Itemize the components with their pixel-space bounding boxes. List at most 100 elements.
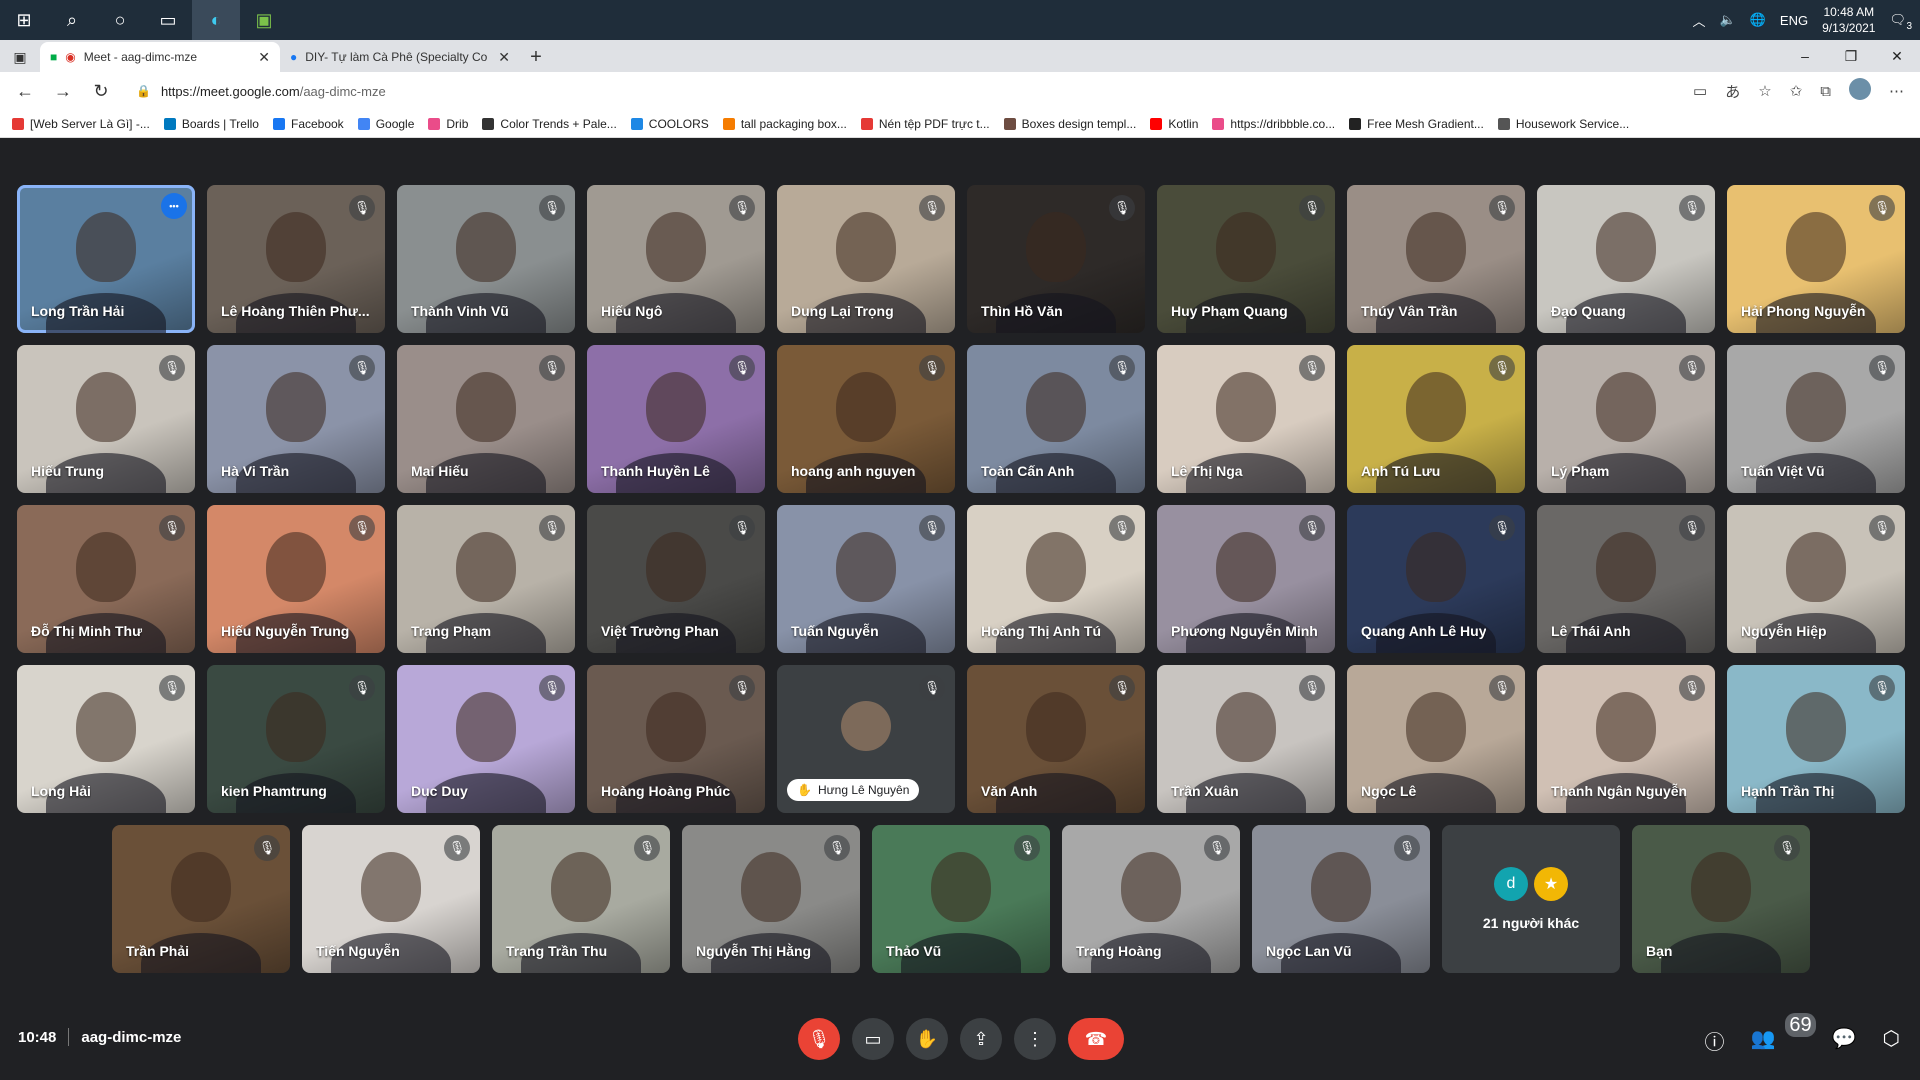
participant-tile[interactable]: 🎙 Hiếu Trung [17, 345, 195, 493]
bookmark-item[interactable]: COOLORS [630, 117, 709, 131]
search-icon[interactable]: ⌕ [48, 0, 96, 40]
participant-tile[interactable]: 🎙 Dung Lại Trọng [777, 185, 955, 333]
people-icon[interactable]: 👥69 [1750, 1013, 1816, 1055]
bookmark-item[interactable]: https://dribbble.co... [1212, 117, 1335, 131]
participant-tile[interactable]: ••• Long Trần Hải [17, 185, 195, 333]
bookmark-item[interactable]: Free Mesh Gradient... [1349, 117, 1484, 131]
participant-tile[interactable]: 🎙 Thảo Vũ [872, 825, 1050, 973]
network-icon[interactable]: 🌐 [1750, 12, 1766, 28]
participant-tile[interactable]: 🎙 Quang Anh Lê Huy [1347, 505, 1525, 653]
forward-icon[interactable]: → [48, 76, 78, 106]
leave-call-button[interactable]: ☎ [1068, 1018, 1124, 1060]
participant-tile[interactable]: 🎙 Ngọc Lê [1347, 665, 1525, 813]
participant-tile[interactable]: 🎙 ✋ Hưng Lê Nguyên [777, 665, 955, 813]
participant-tile[interactable]: 🎙 Đạo Quang [1537, 185, 1715, 333]
lock-icon[interactable]: 🔒 [136, 84, 151, 98]
refresh-icon[interactable]: ↻ [86, 76, 116, 106]
more-options-icon[interactable]: ••• [161, 193, 187, 219]
participant-tile[interactable]: 🎙 Huy Phạm Quang [1157, 185, 1335, 333]
participant-tile[interactable]: 🎙 hoang anh nguyen [777, 345, 955, 493]
restore-icon[interactable]: ❐ [1828, 48, 1874, 65]
bookmark-item[interactable]: Facebook [272, 117, 344, 131]
more-options-icon[interactable]: ⋯ [1889, 82, 1904, 100]
favorites-icon[interactable]: ✩ [1790, 82, 1803, 100]
add-favorite-icon[interactable]: ☆ [1758, 82, 1771, 100]
participant-tile[interactable]: 🎙 Nguyễn Hiệp [1727, 505, 1905, 653]
participant-tile[interactable]: 🎙 Mai Hiếu [397, 345, 575, 493]
participant-tile[interactable]: 🎙 Anh Tú Lưu [1347, 345, 1525, 493]
bookmark-item[interactable]: Nén tệp PDF trực t... [860, 117, 990, 131]
mic-off-button[interactable]: 🎙 [798, 1018, 840, 1060]
other-participants-tile[interactable]: d ★ 21 người khác [1442, 825, 1620, 973]
minimize-icon[interactable]: – [1782, 48, 1828, 64]
edge-icon[interactable]: ◐ [192, 0, 240, 40]
participant-tile[interactable]: 🎙 Thanh Ngân Nguyễn [1537, 665, 1715, 813]
more-options-button[interactable]: ⋮ [1014, 1018, 1056, 1060]
camera-button[interactable]: ▭ [852, 1018, 894, 1060]
collections-icon[interactable]: ⧉ [1820, 83, 1831, 100]
participant-tile[interactable]: 🎙 Lê Hoàng Thiên Phư... [207, 185, 385, 333]
notification-icon[interactable]: 🗨 3 [1889, 12, 1912, 32]
android-studio-icon[interactable]: ▣ [240, 0, 288, 40]
bookmark-item[interactable]: Housework Service... [1497, 117, 1629, 131]
participant-tile[interactable]: 🎙 Lê Thị Nga [1157, 345, 1335, 493]
participant-tile[interactable]: 🎙 Việt Trường Phan [587, 505, 765, 653]
participant-tile[interactable]: 🎙 Long Hải [17, 665, 195, 813]
participant-tile[interactable]: 🎙 Duc Duy [397, 665, 575, 813]
bookmark-item[interactable]: Boards | Trello [163, 117, 259, 131]
participant-tile[interactable]: 🎙 Trang Trần Thu [492, 825, 670, 973]
bookmark-item[interactable]: Google [357, 117, 414, 131]
participant-tile[interactable]: 🎙 Toàn Cấn Anh [967, 345, 1145, 493]
bookmark-item[interactable]: Boxes design templ... [1003, 117, 1136, 131]
cortana-icon[interactable]: ○ [96, 0, 144, 40]
task-view-icon[interactable]: ▭ [144, 0, 192, 40]
bookmark-item[interactable]: Kotlin [1150, 117, 1198, 131]
participant-tile[interactable]: 🎙 Đỗ Thị Minh Thư [17, 505, 195, 653]
participant-tile[interactable]: 🎙 Thìn Hồ Văn [967, 185, 1145, 333]
participant-tile[interactable]: 🎙 Lê Thái Anh [1537, 505, 1715, 653]
url-field[interactable]: 🔒 https://meet.google.com/aag-dimc-mze [124, 76, 1686, 106]
participant-tile[interactable]: 🎙 Nguyễn Thị Hằng [682, 825, 860, 973]
participant-tile[interactable]: 🎙 Hà Vi Trần [207, 345, 385, 493]
close-tab-icon[interactable]: ✕ [498, 49, 510, 66]
participant-tile[interactable]: 🎙 Hải Phong Nguyễn [1727, 185, 1905, 333]
participant-tile[interactable]: 🎙 kien Phamtrung [207, 665, 385, 813]
close-tab-icon[interactable]: ✕ [258, 49, 270, 66]
chat-icon[interactable]: 💬 [1832, 1026, 1857, 1055]
raise-hand-button[interactable]: ✋ [906, 1018, 948, 1060]
translate-icon[interactable]: あ [1725, 81, 1740, 102]
participant-tile[interactable]: 🎙 Phương Nguyễn Minh [1157, 505, 1335, 653]
bookmark-item[interactable]: [Web Server Là Gì] -... [12, 117, 150, 131]
participant-tile[interactable]: 🎙 Hiếu Ngô [587, 185, 765, 333]
clock[interactable]: 10:48 AM 9/13/2021 [1822, 4, 1875, 36]
meeting-details-icon[interactable]: ⓘ [1704, 1026, 1724, 1055]
bookmark-item[interactable]: tall packaging box... [722, 117, 847, 131]
close-window-icon[interactable]: ✕ [1874, 48, 1920, 65]
participant-tile[interactable]: 🎙 Tuấn Nguyễn [777, 505, 955, 653]
language-indicator[interactable]: ENG [1780, 13, 1808, 28]
participant-tile[interactable]: 🎙 Lý Phạm [1537, 345, 1715, 493]
participant-tile[interactable]: 🎙 Thúy Vân Trần [1347, 185, 1525, 333]
participant-tile[interactable]: 🎙 Trang Phạm [397, 505, 575, 653]
windows-start-icon[interactable]: ⊞ [0, 0, 48, 40]
participant-tile[interactable]: 🎙 Hiếu Nguyễn Trung [207, 505, 385, 653]
volume-icon[interactable]: 🔈 [1720, 12, 1736, 28]
participant-tile[interactable]: 🎙 Hạnh Trần Thị [1727, 665, 1905, 813]
camera-permission-icon[interactable]: ▭ [1693, 82, 1707, 100]
profile-avatar[interactable] [1849, 78, 1871, 104]
participant-tile[interactable]: 🎙 Thành Vinh Vũ [397, 185, 575, 333]
participant-tile[interactable]: 🎙 Hoàng Hoàng Phúc [587, 665, 765, 813]
participant-tile[interactable]: 🎙 Văn Anh [967, 665, 1145, 813]
participant-tile[interactable]: 🎙 Bạn [1632, 825, 1810, 973]
participant-tile[interactable]: 🎙 Tuấn Việt Vũ [1727, 345, 1905, 493]
participant-tile[interactable]: 🎙 Hoàng Thị Anh Tú [967, 505, 1145, 653]
participant-tile[interactable]: 🎙 Trần Xuân [1157, 665, 1335, 813]
bookmark-item[interactable]: Drib [428, 117, 468, 131]
participant-tile[interactable]: 🎙 Thanh Huyền Lê [587, 345, 765, 493]
tab-actions-icon[interactable]: ▣ [0, 42, 40, 72]
back-icon[interactable]: ← [10, 76, 40, 106]
bookmark-item[interactable]: Color Trends + Pale... [482, 117, 617, 131]
new-tab-button[interactable]: + [520, 42, 552, 72]
participant-tile[interactable]: 🎙 Trang Hoàng [1062, 825, 1240, 973]
present-button[interactable]: ⇪ [960, 1018, 1002, 1060]
